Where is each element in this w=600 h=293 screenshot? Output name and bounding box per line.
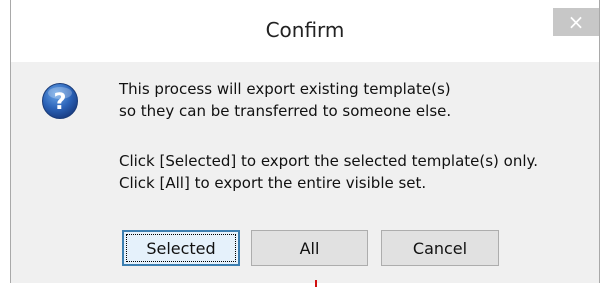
message-line: This process will export existing templa… [119,80,451,98]
title-bar[interactable]: Confirm × [11,0,599,62]
question-icon: ? [42,83,78,119]
svg-text:?: ? [54,90,67,115]
message-line: Click [Selected] to export the selected … [119,152,539,170]
close-icon: × [567,10,585,34]
all-button[interactable]: All [251,230,368,266]
cancel-button[interactable]: Cancel [381,230,499,266]
selected-button[interactable]: Selected [122,230,240,266]
message-line: Click [All] to export the entire visible… [119,174,427,192]
dialog-title: Confirm [265,18,345,42]
cursor-mark [315,280,317,287]
dialog-content: ? This process will export existing temp… [11,62,599,283]
message-line: so they can be transferred to someone el… [119,102,452,120]
confirm-dialog: Confirm × ? This process will export exi… [10,0,600,283]
screen: Confirm × ? This process will export exi… [0,0,600,293]
close-button[interactable]: × [553,8,599,36]
